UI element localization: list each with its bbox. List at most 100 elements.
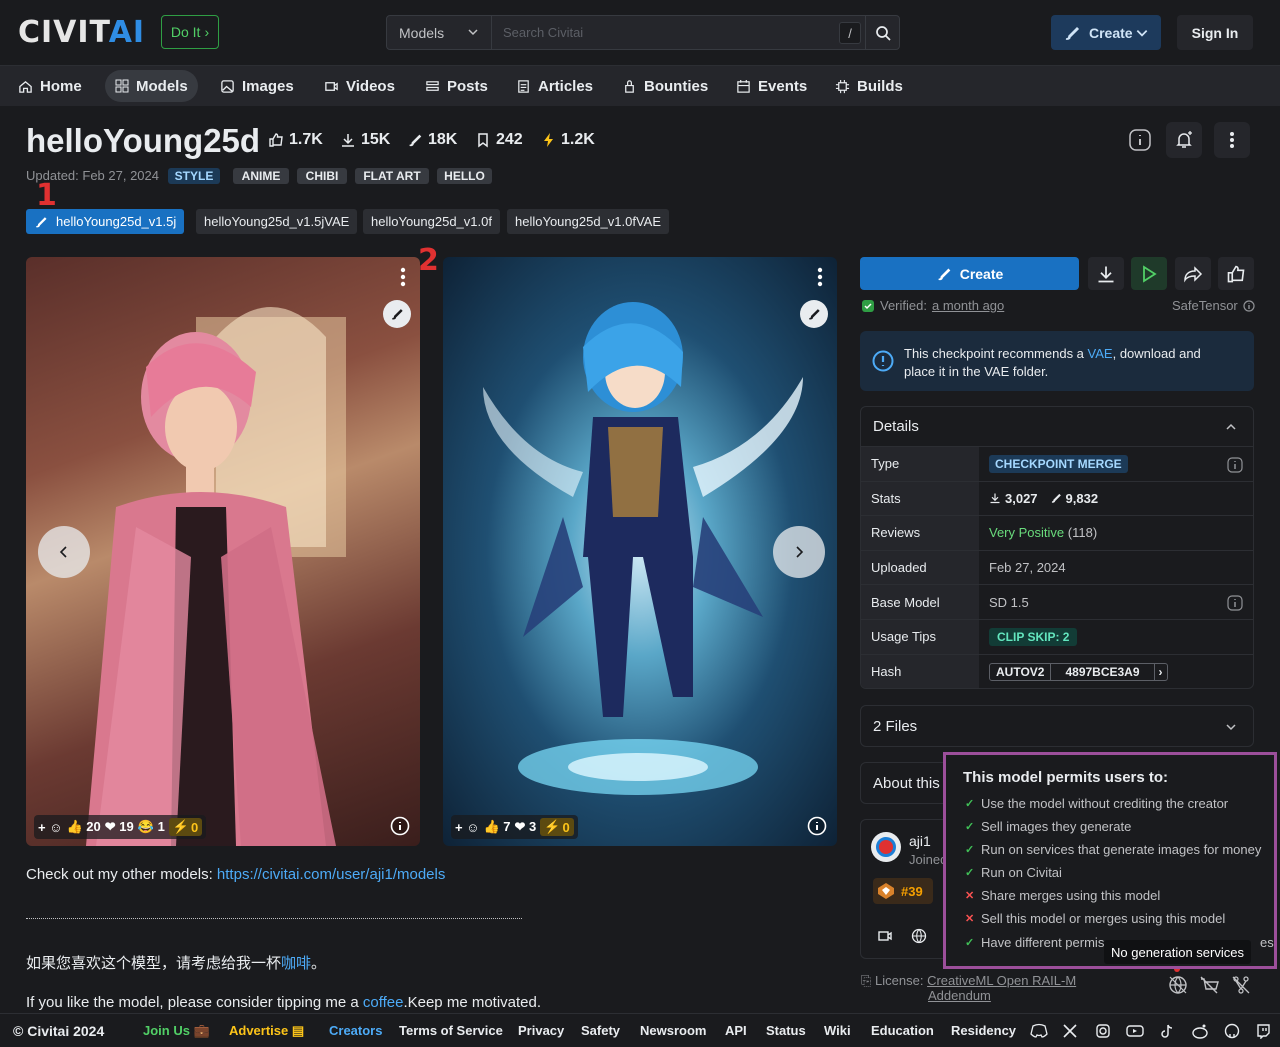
github-icon[interactable] xyxy=(1224,1023,1240,1039)
creator-models-link[interactable]: https://civitai.com/user/aji1/models xyxy=(217,866,445,883)
laugh-reaction[interactable]: 😂 1 xyxy=(138,819,165,835)
tiktok-icon[interactable] xyxy=(1159,1023,1175,1039)
image-menu-button[interactable] xyxy=(400,267,406,287)
verified-time-link[interactable]: a month ago xyxy=(932,298,1004,313)
nav-builds[interactable]: Builds xyxy=(825,70,913,102)
footer-join-us[interactable]: Join Us 💼 xyxy=(143,1023,210,1039)
tag-hello[interactable]: HELLO xyxy=(437,168,492,184)
footer-education[interactable]: Education xyxy=(871,1023,934,1038)
remix-button[interactable] xyxy=(383,300,411,328)
nav-posts[interactable]: Posts xyxy=(415,70,498,102)
share-button[interactable] xyxy=(1175,257,1211,290)
nav-videos[interactable]: Videos xyxy=(314,70,405,102)
info-icon[interactable] xyxy=(1243,299,1255,312)
tag-style[interactable]: STYLE xyxy=(168,168,220,184)
tag-chibi[interactable]: CHIBI xyxy=(297,168,347,184)
tag-flat-art[interactable]: FLAT ART xyxy=(355,168,429,184)
tag-anime[interactable]: ANIME xyxy=(233,168,289,184)
nav-articles[interactable]: Articles xyxy=(506,70,603,102)
nav-events[interactable]: Events xyxy=(726,70,817,102)
version-tab-active[interactable]: helloYoung25d_v1.5j xyxy=(26,209,185,234)
license-addendum-link[interactable]: Addendum xyxy=(928,988,991,1003)
version-tab[interactable]: helloYoung25d_v1.0fVAE xyxy=(507,209,670,234)
detail-row-hash: Hash AUTOV2 4897BCE3A9 › xyxy=(861,654,1253,688)
sign-in-button[interactable]: Sign In xyxy=(1177,15,1253,50)
video-icon[interactable] xyxy=(877,928,893,944)
carousel-next-button[interactable] xyxy=(773,526,825,578)
footer-status[interactable]: Status xyxy=(766,1023,806,1038)
footer-terms[interactable]: Terms of Service xyxy=(399,1023,503,1038)
info-icon[interactable] xyxy=(1227,595,1243,611)
search-input[interactable]: Search Civitai xyxy=(503,25,583,40)
collected-stat: 242 xyxy=(475,131,523,149)
heart-reaction[interactable]: ❤ 3 xyxy=(515,819,537,835)
image-info-button[interactable] xyxy=(390,816,410,836)
like-button[interactable] xyxy=(1218,257,1254,290)
search-button[interactable] xyxy=(865,16,899,49)
image-info-button[interactable] xyxy=(807,816,827,836)
add-reaction-button[interactable]: + ☺ xyxy=(38,820,62,835)
posts-icon xyxy=(426,80,439,91)
image-menu-button[interactable] xyxy=(817,267,823,287)
footer-api[interactable]: API xyxy=(725,1023,747,1038)
version-tab[interactable]: helloYoung25d_v1.5jVAE xyxy=(196,209,358,234)
nav-models[interactable]: Models xyxy=(105,70,198,102)
search-type-select[interactable]: Models xyxy=(387,16,492,49)
discord-icon[interactable] xyxy=(1030,1023,1048,1039)
reddit-icon[interactable] xyxy=(1191,1023,1209,1039)
vae-link[interactable]: VAE xyxy=(1088,346,1113,361)
do-it-button[interactable]: Do It › xyxy=(161,15,219,49)
civitai-logo[interactable]: CIVITAI xyxy=(18,18,145,48)
files-panel[interactable]: 2 Files xyxy=(860,705,1254,747)
details-header[interactable]: Details xyxy=(861,407,1253,447)
avatar[interactable] xyxy=(871,832,901,862)
like-reaction[interactable]: 👍 20 xyxy=(66,819,100,835)
footer-safety[interactable]: Safety xyxy=(581,1023,620,1038)
license-link[interactable]: CreativeML Open RAIL-M xyxy=(927,973,1076,988)
no-merge-icon[interactable] xyxy=(1230,974,1252,996)
details-panel: Details Type CHECKPOINT MERGE Stats 3,027… xyxy=(860,406,1254,689)
no-sell-icon[interactable] xyxy=(1198,974,1220,996)
reviews-rating[interactable]: Very Positive xyxy=(989,525,1064,540)
version-tab[interactable]: helloYoung25d_v1.0f xyxy=(363,209,500,234)
remix-button[interactable] xyxy=(800,300,828,328)
twitch-icon[interactable] xyxy=(1255,1023,1271,1039)
carousel-prev-button[interactable] xyxy=(38,526,90,578)
models-icon xyxy=(115,79,129,93)
nav-home[interactable]: Home xyxy=(8,70,92,102)
add-reaction-button[interactable]: + ☺ xyxy=(455,820,479,835)
no-generation-icon[interactable] xyxy=(1167,974,1189,996)
nav-bounties[interactable]: Bounties xyxy=(612,70,718,102)
footer-wiki[interactable]: Wiki xyxy=(824,1023,851,1038)
globe-icon[interactable] xyxy=(911,928,927,944)
coffee-link-cn[interactable]: 咖啡 xyxy=(281,955,311,972)
heart-reaction[interactable]: ❤ 19 xyxy=(105,819,134,835)
nav-images[interactable]: Images xyxy=(210,70,304,102)
coffee-link[interactable]: coffee xyxy=(363,994,404,1011)
run-button[interactable] xyxy=(1131,257,1167,290)
footer-privacy[interactable]: Privacy xyxy=(518,1023,564,1038)
calendar-icon xyxy=(737,79,750,93)
model-info-button[interactable] xyxy=(1122,122,1158,158)
creator-name[interactable]: aji1 xyxy=(909,833,931,849)
download-button[interactable] xyxy=(1088,257,1124,290)
instagram-icon[interactable] xyxy=(1095,1023,1111,1039)
notify-button[interactable] xyxy=(1166,122,1202,158)
alert-text: This checkpoint recommends a VAE, downlo… xyxy=(904,346,1201,379)
create-menu-button[interactable]: Create xyxy=(1051,15,1161,50)
footer-creators[interactable]: Creators xyxy=(329,1023,382,1038)
tip-buzz-button[interactable]: ⚡ 0 xyxy=(168,818,203,836)
permission-tail: es xyxy=(1260,935,1274,950)
hash-display[interactable]: AUTOV2 4897BCE3A9 › xyxy=(989,662,1168,681)
more-options-button[interactable] xyxy=(1214,122,1250,158)
like-reaction[interactable]: 👍 7 xyxy=(483,819,510,835)
vae-alert: This checkpoint recommends a VAE, downlo… xyxy=(860,331,1254,391)
footer-residency[interactable]: Residency xyxy=(951,1023,1016,1038)
info-icon[interactable] xyxy=(1227,457,1243,473)
footer-newsroom[interactable]: Newsroom xyxy=(640,1023,706,1038)
youtube-icon[interactable] xyxy=(1126,1023,1144,1039)
create-button[interactable]: Create xyxy=(860,257,1079,290)
x-twitter-icon[interactable] xyxy=(1062,1023,1078,1039)
tip-buzz-button[interactable]: ⚡ 0 xyxy=(540,818,574,836)
footer-advertise[interactable]: Advertise ▤ xyxy=(229,1023,304,1039)
